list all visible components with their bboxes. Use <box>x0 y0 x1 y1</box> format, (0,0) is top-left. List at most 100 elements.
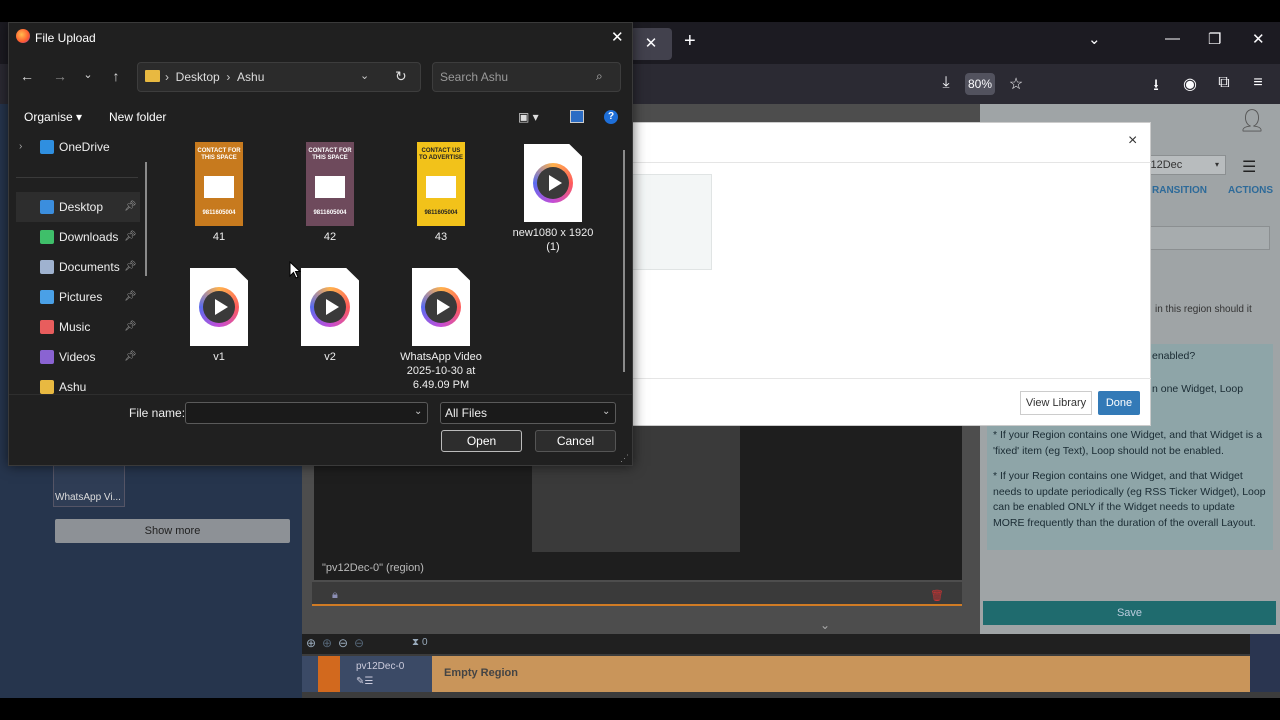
tab-close-button[interactable]: ✕ <box>630 28 672 60</box>
new-folder-button[interactable]: New folder <box>109 110 166 124</box>
edit-icon[interactable]: ✎☰ <box>356 676 373 687</box>
nav-item-music[interactable]: Music 📌︎ <box>16 312 140 342</box>
pin-icon: 📌︎ <box>124 261 137 272</box>
zoom-in-icon[interactable]: ⊕ <box>306 636 316 650</box>
refresh-icon[interactable]: ↻ <box>395 68 407 85</box>
menu-icon[interactable]: ≡ <box>1248 74 1268 92</box>
timeline-side-panel <box>1250 634 1280 692</box>
hamburger-icon[interactable]: ☰ <box>1242 157 1256 177</box>
nav-item-label: Videos <box>59 350 96 364</box>
nav-item-label: Downloads <box>59 230 119 244</box>
nav-item-onedrive[interactable]: › OneDrive <box>16 132 140 162</box>
nav-item-pictures[interactable]: Pictures 📌︎ <box>16 282 140 312</box>
new-tab-button[interactable]: + <box>684 30 696 53</box>
file-item[interactable]: CONTACT FOR THIS SPACE 9811605004 42 <box>285 142 375 244</box>
help-paragraph-1: * If your Region contains one Widget, an… <box>993 429 1263 457</box>
show-more-button[interactable]: Show more <box>55 519 290 543</box>
trash-icon[interactable]: 🗑︎ <box>930 589 944 602</box>
file-list-scrollbar[interactable] <box>623 150 625 372</box>
loop-question: enabled? <box>1152 350 1196 362</box>
save-button[interactable]: Save <box>983 601 1276 625</box>
restore-button[interactable]: ❐ <box>1208 30 1221 48</box>
nav-item-documents[interactable]: Documents 📌︎ <box>16 252 140 282</box>
help-paragraph-2: * If your Region contains one Widget, an… <box>993 470 1266 529</box>
open-button[interactable]: Open <box>441 430 522 452</box>
resize-grip-icon[interactable]: ⋰ <box>620 453 629 464</box>
file-item[interactable]: CONTACT US TO ADVERTISE 9811605004 43 <box>396 142 486 244</box>
modal-divider <box>600 162 1151 163</box>
chevron-down-icon[interactable]: ⌄ <box>360 69 369 82</box>
done-button[interactable]: Done <box>1098 391 1140 415</box>
avatar[interactable]: 👤︎ <box>1238 108 1268 136</box>
chevron-down-icon[interactable]: ⌄ <box>602 406 610 417</box>
nav-scrollbar[interactable] <box>145 162 147 276</box>
hourglass-icon: ⧗ <box>412 637 420 648</box>
modal-close-button[interactable]: × <box>1128 132 1137 150</box>
up-arrow-icon[interactable]: ↑ <box>106 68 126 84</box>
upload-card[interactable] <box>630 174 712 270</box>
region-color-swatch <box>318 656 340 692</box>
search-icon[interactable]: ⌕ <box>596 69 603 84</box>
nav-item-videos[interactable]: Videos 📌︎ <box>16 342 140 372</box>
file-item[interactable]: CONTACT FOR THIS SPACE 9811605004 41 <box>174 142 264 244</box>
pictures-icon <box>40 290 54 304</box>
list-all-tabs-button[interactable]: ⌄ <box>1088 30 1101 48</box>
preview-pane-icon[interactable] <box>570 110 584 123</box>
recent-locations-icon[interactable]: ⌄ <box>78 68 98 81</box>
chevron-down-icon[interactable]: ⌄ <box>820 618 830 632</box>
zoom-indicator[interactable]: 80% <box>965 73 995 95</box>
download-page-icon[interactable]: ⤓ <box>936 74 956 92</box>
dialog-close-button[interactable]: ✕ <box>611 28 624 46</box>
region-name-input[interactable] <box>1150 226 1270 250</box>
nav-item-downloads[interactable]: Downloads 📌︎ <box>16 222 140 252</box>
view-options-icon[interactable]: ▣ ▾ <box>518 110 539 124</box>
layout-select[interactable]: v12Dec ▾ <box>1140 155 1226 175</box>
organise-button[interactable]: Organise ▾ <box>24 110 82 124</box>
cancel-button[interactable]: Cancel <box>535 430 616 452</box>
nav-item-label: Pictures <box>59 290 103 304</box>
window-close-button[interactable]: ✕ <box>1252 30 1265 48</box>
file-name-field[interactable] <box>185 402 428 424</box>
breadcrumb: › Desktop › Ashu <box>165 70 264 84</box>
back-arrow-icon[interactable]: ← <box>17 68 37 84</box>
library-modal <box>600 122 1151 426</box>
chevron-down-icon: ▾ <box>1214 160 1219 169</box>
image-thumbnail: CONTACT FOR THIS SPACE 9811605004 <box>306 142 354 226</box>
media-thumbnail-label: WhatsApp Vi... <box>55 492 121 503</box>
extensions-icon[interactable]: ⧉ <box>1214 74 1234 92</box>
logo-badge <box>204 176 234 198</box>
file-item[interactable]: new1080 x 1920 (1) <box>508 144 598 254</box>
music-icon <box>40 320 54 334</box>
zoom-fit-icon[interactable]: ⊖ <box>354 636 364 650</box>
file-list: CONTACT FOR THIS SPACE 9811605004 41 CONTAC… <box>160 134 624 394</box>
file-item[interactable]: WhatsApp Video 2025-10-30 at 6.49.09 PM <box>396 268 486 392</box>
pin-icon: 📌︎ <box>124 321 137 332</box>
image-thumbnail: CONTACT US TO ADVERTISE 9811605004 <box>417 142 465 226</box>
lock-icon[interactable]: 🔒︎ <box>332 589 338 602</box>
minimize-button[interactable]: — <box>1165 30 1180 47</box>
expand-chevron-icon[interactable]: › <box>19 132 22 162</box>
file-item[interactable]: v2 <box>285 268 375 364</box>
nav-item-desktop[interactable]: Desktop 📌︎ <box>16 192 140 222</box>
tab-transition[interactable]: RANSITION <box>1152 185 1207 196</box>
file-name: 42 <box>323 231 337 243</box>
file-item[interactable]: v1 <box>174 268 264 364</box>
empty-region-label: Empty Region <box>444 667 518 679</box>
tab-actions[interactable]: ACTIONS <box>1228 185 1273 196</box>
thumbnail-phone-text: 9811605004 <box>313 210 347 216</box>
zoom-out-icon[interactable]: ⊖ <box>338 636 348 650</box>
videos-icon <box>40 350 54 364</box>
breadcrumb-desktop[interactable]: Desktop <box>176 70 220 84</box>
help-icon[interactable]: ? <box>604 110 618 124</box>
breadcrumb-ashu[interactable]: Ashu <box>237 70 264 84</box>
downloads-icon[interactable]: ⭳ <box>1146 74 1166 101</box>
account-icon[interactable]: ◉ <box>1180 74 1200 94</box>
zoom-reset-icon[interactable]: ⊕ <box>322 636 332 650</box>
view-library-button[interactable]: View Library <box>1020 391 1092 415</box>
file-type-select[interactable]: All Files <box>440 402 616 424</box>
timeline-toolbar: ⊕ ⊕ ⊖ ⊖ ⧗ 0 <box>302 634 1280 654</box>
desktop-icon <box>40 200 54 214</box>
forward-arrow-icon[interactable]: → <box>50 68 70 84</box>
chevron-down-icon[interactable]: ⌄ <box>414 406 422 417</box>
bookmark-star-icon[interactable]: ☆ <box>1006 74 1026 94</box>
